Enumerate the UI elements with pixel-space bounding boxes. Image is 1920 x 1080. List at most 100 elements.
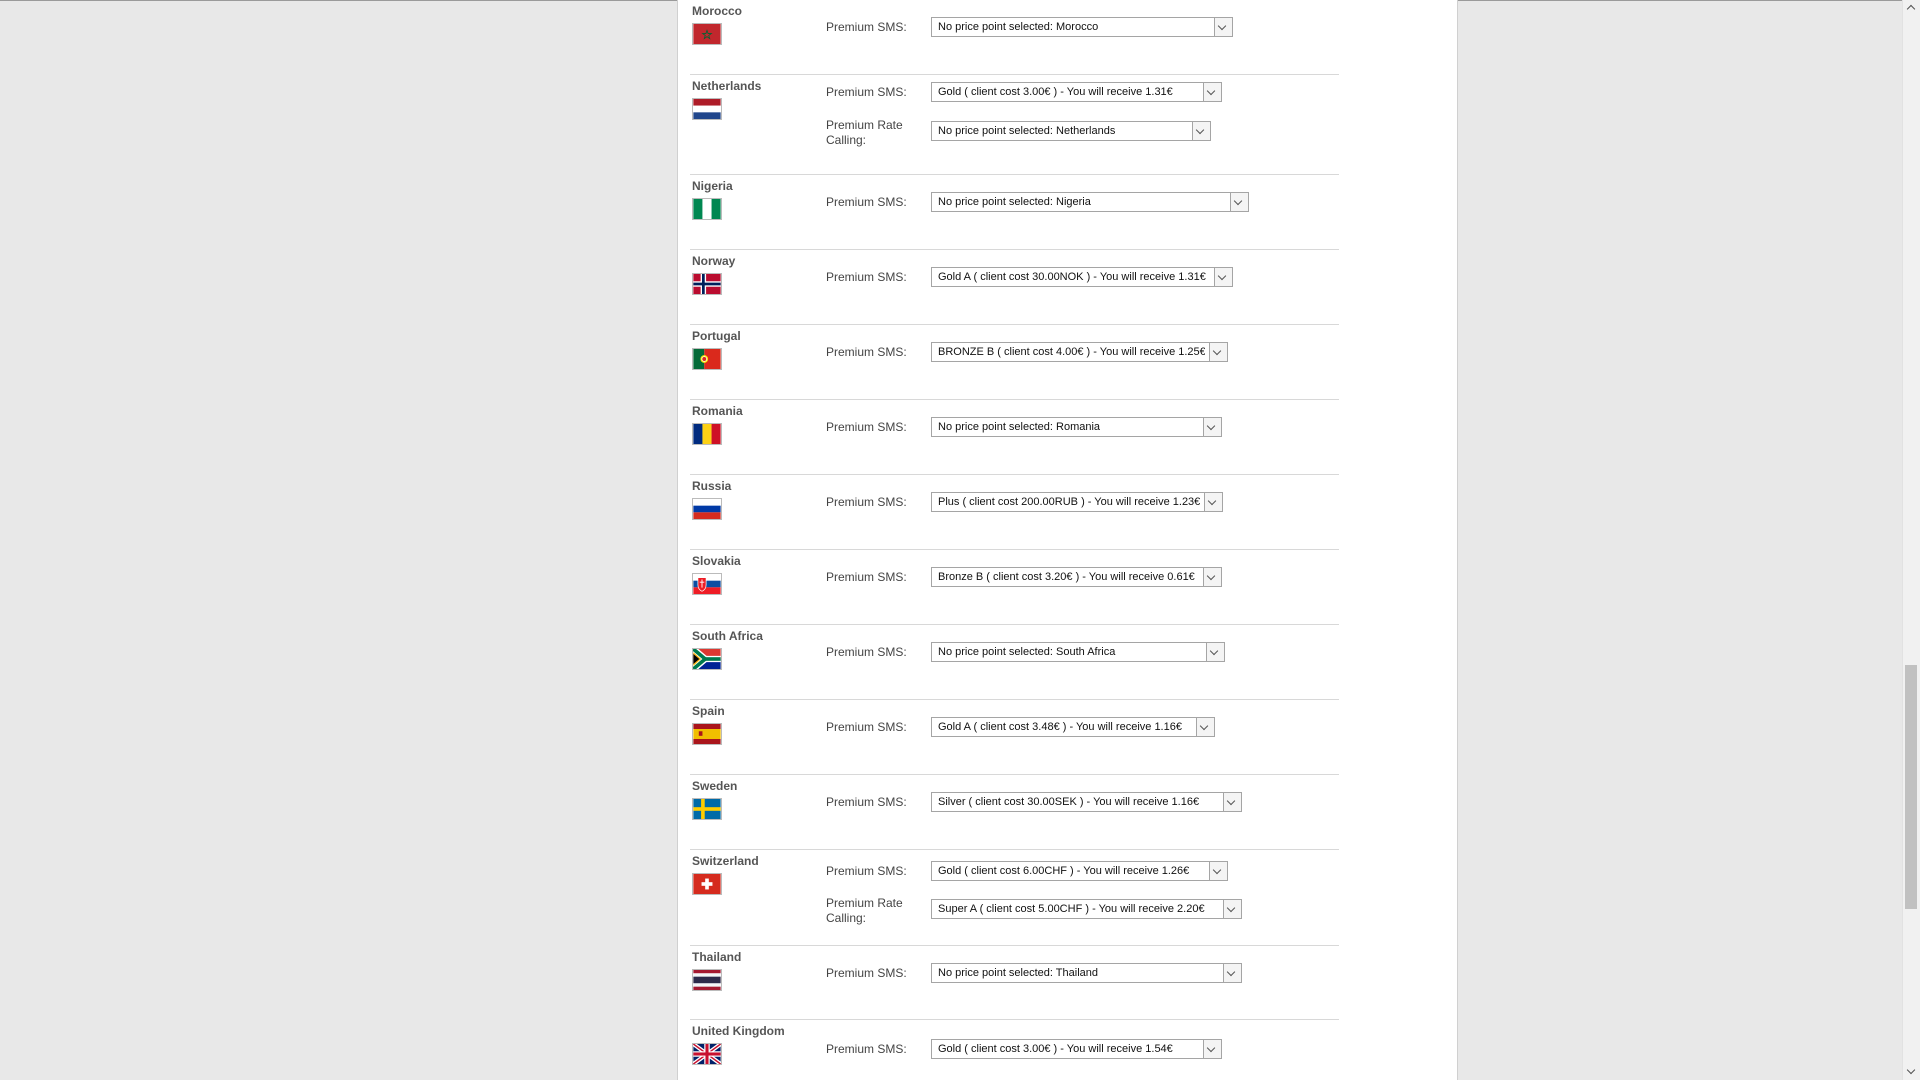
select-value: No price point selected: South Africa xyxy=(938,646,1116,658)
premium-sms-select[interactable]: Plus ( client cost 200.00RUB ) - You wil… xyxy=(931,492,1223,512)
country-name: United Kingdom xyxy=(692,1024,785,1038)
chevron-down-icon[interactable] xyxy=(1223,900,1241,918)
select-value: Super A ( client cost 5.00CHF ) - You wi… xyxy=(938,903,1205,915)
switzerland-flag-icon xyxy=(692,873,722,895)
country-row-morocco: Morocco Premium SMS: No price point sele… xyxy=(690,4,1339,74)
premium-sms-label: Premium SMS: xyxy=(826,345,907,359)
select-value: Gold ( client cost 3.00€ ) - You will re… xyxy=(938,86,1173,98)
premium-sms-select[interactable]: No price point selected: Thailand xyxy=(931,963,1242,983)
chevron-down-icon[interactable] xyxy=(1206,643,1224,661)
chevron-down-icon[interactable] xyxy=(1230,193,1248,211)
chevron-down-icon[interactable] xyxy=(1203,1040,1221,1058)
country-name: Sweden xyxy=(692,779,738,793)
row-divider xyxy=(690,549,1339,550)
premium-sms-select[interactable]: Silver ( client cost 30.00SEK ) - You wi… xyxy=(931,792,1242,812)
country-row-romania: Romania Premium SMS: No price point sele… xyxy=(690,404,1339,474)
row-divider xyxy=(690,624,1339,625)
select-value: Gold ( client cost 6.00CHF ) - You will … xyxy=(938,865,1190,877)
thailand-flag-icon xyxy=(692,969,722,991)
premium-sms-select[interactable]: Gold A ( client cost 30.00NOK ) - You wi… xyxy=(931,267,1233,287)
premium-sms-label: Premium SMS: xyxy=(826,85,907,99)
chevron-down-icon[interactable] xyxy=(1209,862,1227,880)
premium-sms-select[interactable]: Gold A ( client cost 3.48€ ) - You will … xyxy=(931,717,1215,737)
russia-flag-icon xyxy=(692,498,722,520)
country-name: South Africa xyxy=(692,629,763,643)
row-divider xyxy=(690,324,1339,325)
premium-sms-select[interactable]: Gold ( client cost 3.00€ ) - You will re… xyxy=(931,1039,1222,1059)
south-africa-flag-icon xyxy=(692,648,722,670)
premium-sms-select[interactable]: Gold ( client cost 3.00€ ) - You will re… xyxy=(931,82,1222,102)
chevron-down-icon[interactable] xyxy=(1223,964,1241,982)
country-name: Morocco xyxy=(692,4,743,18)
romania-flag-icon xyxy=(692,423,722,445)
slovakia-flag-icon xyxy=(692,573,722,595)
select-value: Gold A ( client cost 30.00NOK ) - You wi… xyxy=(938,271,1206,283)
chevron-down-icon[interactable] xyxy=(1203,83,1221,101)
row-divider xyxy=(690,74,1339,75)
country-name: Thailand xyxy=(692,950,742,964)
country-row-spain: Spain Premium SMS: Gold A ( client cost … xyxy=(690,704,1339,774)
norway-flag-icon xyxy=(692,273,722,295)
premium-sms-label: Premium SMS: xyxy=(826,720,907,734)
nigeria-flag-icon xyxy=(692,198,722,220)
select-value: Gold ( client cost 3.00€ ) - You will re… xyxy=(938,1043,1173,1055)
chevron-down-icon[interactable] xyxy=(1223,793,1241,811)
premium-sms-label: Premium SMS: xyxy=(826,420,907,434)
scroll-up-arrow-icon[interactable] xyxy=(1903,0,1920,16)
country-row-norway: Norway Premium SMS: Gold A ( client cost… xyxy=(690,254,1339,324)
select-value: No price point selected: Romania xyxy=(938,421,1101,433)
row-divider xyxy=(690,174,1339,175)
row-divider xyxy=(690,699,1339,700)
country-name: Slovakia xyxy=(692,554,741,568)
country-row-portugal: Portugal Premium SMS: BRONZE B ( client … xyxy=(690,329,1339,399)
select-value: No price point selected: Netherlands xyxy=(938,125,1116,137)
chevron-down-icon[interactable] xyxy=(1214,18,1232,36)
morocco-flag-icon xyxy=(692,23,722,45)
premium-sms-label: Premium SMS: xyxy=(826,570,907,584)
chevron-down-icon[interactable] xyxy=(1203,418,1221,436)
country-row-sweden: Sweden Premium SMS: Silver ( client cost… xyxy=(690,779,1339,849)
country-row-thailand: Thailand Premium SMS: No price point sel… xyxy=(690,950,1339,1020)
premium-sms-select[interactable]: No price point selected: Romania xyxy=(931,417,1222,437)
premium-rate-calling-select[interactable]: No price point selected: Netherlands xyxy=(931,121,1211,141)
chevron-down-icon[interactable] xyxy=(1192,122,1210,140)
premium-sms-label: Premium SMS: xyxy=(826,864,907,878)
select-value: No price point selected: Nigeria xyxy=(938,196,1091,208)
premium-sms-select[interactable]: No price point selected: Nigeria xyxy=(931,192,1249,212)
select-value: Bronze B ( client cost 3.20€ ) - You wil… xyxy=(938,571,1195,583)
premium-sms-label: Premium SMS: xyxy=(826,20,907,34)
row-divider xyxy=(690,945,1339,946)
chevron-down-icon[interactable] xyxy=(1209,343,1227,361)
country-name: Portugal xyxy=(692,329,741,343)
premium-sms-label: Premium SMS: xyxy=(826,195,907,209)
united-kingdom-flag-icon xyxy=(692,1043,722,1065)
premium-rate-calling-label: Premium Rate Calling: xyxy=(826,118,903,147)
vertical-scrollbar[interactable] xyxy=(1902,0,1920,1080)
premium-sms-select[interactable]: No price point selected: South Africa xyxy=(931,642,1225,662)
chevron-down-icon[interactable] xyxy=(1204,493,1222,511)
select-value: Silver ( client cost 30.00SEK ) - You wi… xyxy=(938,796,1200,808)
country-name: Switzerland xyxy=(692,854,759,868)
select-value: No price point selected: Thailand xyxy=(938,967,1099,979)
country-row-south-africa: South Africa Premium SMS: No price point… xyxy=(690,629,1339,699)
country-row-slovakia: Slovakia Premium SMS: Bronze B ( client … xyxy=(690,554,1339,624)
scrollbar-thumb[interactable] xyxy=(1905,665,1917,909)
chevron-down-icon[interactable] xyxy=(1203,568,1221,586)
scroll-down-arrow-icon[interactable] xyxy=(1903,1064,1920,1080)
select-value: Plus ( client cost 200.00RUB ) - You wil… xyxy=(938,496,1200,508)
premium-sms-select[interactable]: Bronze B ( client cost 3.20€ ) - You wil… xyxy=(931,567,1222,587)
select-value: BRONZE B ( client cost 4.00€ ) - You wil… xyxy=(938,346,1205,358)
premium-sms-select[interactable]: BRONZE B ( client cost 4.00€ ) - You wil… xyxy=(931,342,1228,362)
premium-sms-label: Premium SMS: xyxy=(826,795,907,809)
country-name: Netherlands xyxy=(692,79,762,93)
premium-sms-select[interactable]: No price point selected: Morocco xyxy=(931,17,1233,37)
chevron-down-icon[interactable] xyxy=(1196,718,1214,736)
country-row-russia: Russia Premium SMS: Plus ( client cost 2… xyxy=(690,479,1339,549)
premium-rate-calling-label: Premium Rate Calling: xyxy=(826,896,903,925)
country-row-nigeria: Nigeria Premium SMS: No price point sele… xyxy=(690,179,1339,249)
country-row-switzerland: Switzerland Premium SMS: Gold ( client c… xyxy=(690,854,1339,949)
premium-sms-select[interactable]: Gold ( client cost 6.00CHF ) - You will … xyxy=(931,861,1228,881)
portugal-flag-icon xyxy=(692,348,722,370)
premium-rate-calling-select[interactable]: Super A ( client cost 5.00CHF ) - You wi… xyxy=(931,899,1242,919)
chevron-down-icon[interactable] xyxy=(1214,268,1232,286)
